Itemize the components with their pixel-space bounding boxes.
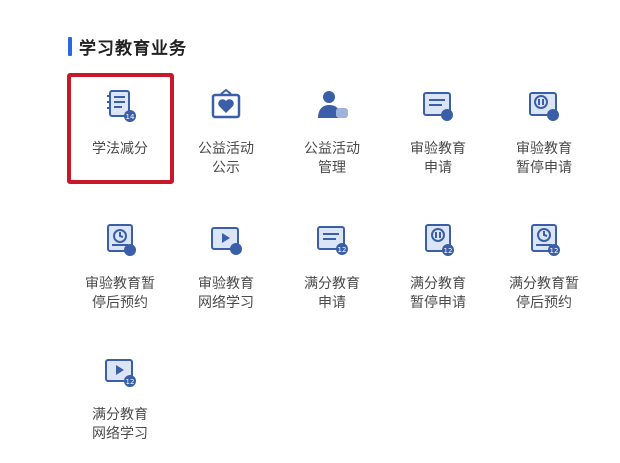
tile-label-line2: 申请 [318,295,346,311]
tile-shen-yan-jiao-yu-shen-qing[interactable]: 审验教育 申请 [385,88,491,178]
tile-man-fen-zan-ting-hou-yu-yue[interactable]: 12 满分教育暂 停后预约 [491,222,597,317]
pause-card-icon: 12 [425,224,454,256]
tile-man-fen-wang-luo-xue-xi[interactable]: 12 满分教育 网络学习 [67,354,173,449]
tile-label-line1: 公益活动 [304,141,360,157]
tile-label-line1: 满分教育 [410,276,466,292]
tile-label-line2: 公示 [212,160,240,176]
tile-label-line2: 暂停申请 [410,295,466,311]
pause-card-icon [529,92,559,121]
tile-label-line2: 停后预约 [92,295,148,311]
tile-label-line2: 停后预约 [516,295,572,311]
tile-label-line2: 暂停申请 [516,160,572,176]
tile-gong-yi-huo-dong-guan-li[interactable]: 公益活动 管理 [279,88,385,178]
tile-label-line2: 网络学习 [92,426,148,442]
tile-label-line1: 公益活动 [198,141,254,157]
tile-label-line1: 审验教育 [410,141,466,157]
score-badge: 12 [126,378,135,386]
clock-card-icon: 12 [531,224,560,256]
tile-label-line1: 审验教育暂 [85,276,155,292]
tile-shen-yan-wang-luo-xue-xi[interactable]: 审验教育 网络学习 [173,222,279,317]
video-card-icon [211,227,242,255]
tile-label-line2: 申请 [424,160,452,176]
clock-card-icon [107,224,136,256]
video-card-icon: 12 [105,359,136,387]
tile-label-line1: 满分教育 [304,276,360,292]
document-icon: 12 [317,226,348,255]
tile-man-fen-jiao-yu-shen-qing[interactable]: 12 满分教育 申请 [279,222,385,317]
document-icon [423,92,453,121]
tile-label-line2: 管理 [318,160,346,176]
tile-label: 学法减分 [92,141,148,157]
score-badge: 12 [444,247,453,255]
tile-label-line2: 网络学习 [198,295,254,311]
svg-text:14: 14 [126,113,135,121]
user-handshake-icon [318,91,348,118]
score-badge: 12 [338,246,347,254]
tile-man-fen-zan-ting-shen-qing[interactable]: 12 满分教育 暂停申请 [385,222,491,317]
section-accent-bar [68,36,72,56]
tile-label-line1: 审验教育 [516,141,572,157]
tile-gong-yi-huo-dong-gong-shi[interactable]: 公益活动 公示 [173,88,279,178]
tile-shen-yan-jiao-yu-zan-ting-shen-qing[interactable]: 审验教育 暂停申请 [491,88,597,178]
tile-label-line1: 审验教育 [198,276,254,292]
section-title: 学习教育业务 [79,38,187,59]
section-header: 学习教育业务 [68,34,187,59]
book-list-icon: 14 [107,90,136,122]
tile-xue-fa-jian-fen[interactable]: 14 学法减分 [67,88,173,178]
heart-board-icon [211,88,241,119]
tile-shen-yan-zan-ting-hou-yu-yue[interactable]: 审验教育暂 停后预约 [67,222,173,317]
tile-label-line1: 满分教育 [92,407,148,423]
score-badge: 12 [550,247,559,255]
tile-label-line1: 满分教育暂 [509,276,579,292]
